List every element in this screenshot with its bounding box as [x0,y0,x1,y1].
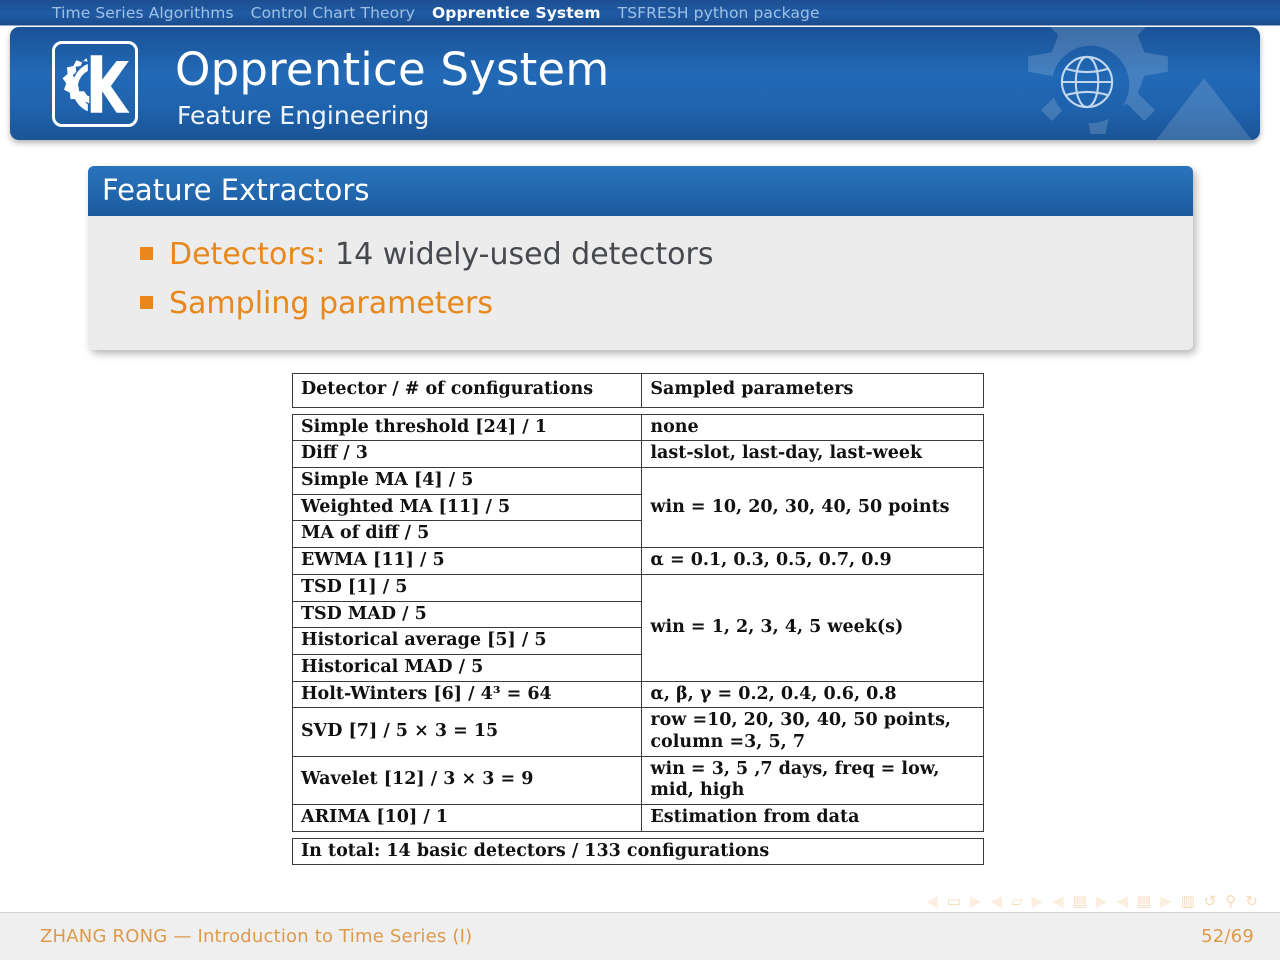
cell-params: Estimation from data [641,804,984,832]
square-bullet-icon [140,247,153,260]
nav-slide-prev-icon[interactable]: ◀ [926,893,938,909]
table-row: Simple MA [4] / 5 win = 10, 20, 30, 40, … [291,467,984,549]
nav-doc-icon[interactable]: ▥ [1181,893,1195,909]
table-total-row: In total: 14 basic detectors / 133 confi… [292,837,984,866]
table-row: Simple threshold [24] / 1 none [291,413,984,442]
nav-slide-icon[interactable]: ▭ [947,893,961,909]
slide-footer: ZHANG RONG — Introduction to Time Series… [0,912,1280,960]
table-row: Diff / 3 last-slot, last-day, last-week [291,440,984,469]
triangle-watermark-icon [1156,78,1252,140]
nav-frame-icon[interactable]: ▱ [1011,893,1023,909]
nav-section-prev-icon[interactable]: ◀ [1116,893,1128,909]
block-title: Feature Extractors [88,166,1193,216]
cell-detector: TSD MAD / 5 [291,600,643,629]
nav-subsection-prev-icon[interactable]: ◀ [1052,893,1064,909]
cell-params-merged: win = 10, 20, 30, 40, 50 points [641,467,984,549]
cell-params: none [641,413,984,442]
section-navigation-bar[interactable]: Time Series Algorithms Control Chart The… [0,0,1280,26]
bullet-accent-text: Detectors: [169,237,326,272]
nav-section-icon[interactable]: ▤ [1137,893,1151,909]
nav-item-control-chart-theory[interactable]: Control Chart Theory [251,4,415,22]
cell-detector: ARIMA [10] / 1 [291,804,643,832]
cell-detector: Historical MAD / 5 [291,653,643,682]
table-row: EWMA [11] / 5 α = 0.1, 0.3, 0.5, 0.7, 0.… [291,547,984,575]
block-body: Detectors: 14 widely-used detectors Samp… [88,216,1193,350]
cell-detector: Holt-Winters [6] / 4³ = 64 [291,680,643,709]
square-bullet-icon [140,296,153,309]
cell-params: α, β, γ = 0.2, 0.4, 0.6, 0.8 [641,680,984,709]
cell-params: α = 0.1, 0.3, 0.5, 0.7, 0.9 [641,547,984,575]
bullet-plain-text: 14 widely-used detectors [325,237,714,272]
cell-detector: EWMA [11] / 5 [291,547,643,575]
cell-params: last-slot, last-day, last-week [641,440,984,469]
detector-configuration-table: Detector / # of configurations Sampled p… [291,373,984,866]
column-header-sampled-parameters: Sampled parameters [641,373,984,408]
cell-detector: Wavelet [12] / 3 × 3 = 9 [291,755,643,806]
nav-subsection-icon[interactable]: ▤ [1073,893,1087,909]
table-row: SVD [7] / 5 × 3 = 15 row =10, 20, 30, 40… [291,707,984,757]
beamer-navigation-symbols[interactable]: ◀ ▭ ▶ ◀ ▱ ▶ ◀ ▤ ▶ ◀ ▤ ▶ ▥ ↺ ⚲ ↻ [926,890,1258,912]
kde-k-gear-logo-icon [52,41,138,127]
nav-section-next-icon[interactable]: ▶ [1160,893,1172,909]
cell-detector: Diff / 3 [291,440,643,469]
table-total-separator [292,831,984,839]
nav-item-opprentice-system[interactable]: Opprentice System [432,4,601,22]
nav-item-time-series-algorithms[interactable]: Time Series Algorithms [52,4,234,22]
list-item: Sampling parameters [88,279,1193,328]
nav-subsection-next-icon[interactable]: ▶ [1096,893,1108,909]
slide-header: Opprentice System Feature Engineering [10,27,1260,140]
feature-extractors-block: Feature Extractors Detectors: 14 widely-… [88,166,1193,350]
page-subtitle: Feature Engineering [177,101,430,130]
table-row: Holt-Winters [6] / 4³ = 64 α, β, γ = 0.2… [291,680,984,709]
kde-logo-glyph-icon [62,55,130,113]
nav-frame-prev-icon[interactable]: ◀ [990,893,1002,909]
table-header-row: Detector / # of configurations Sampled p… [291,373,984,408]
table: Detector / # of configurations Sampled p… [291,373,984,866]
globe-icon [1060,55,1114,109]
list-item: Detectors: 14 widely-used detectors [88,230,1193,279]
column-header-detector: Detector / # of configurations [291,373,643,408]
slide-header-panel: Opprentice System Feature Engineering [10,27,1260,140]
cell-params: win = 3, 5 ,7 days, freq = low, mid, hig… [641,755,984,806]
nav-back-icon[interactable]: ↺ [1204,893,1217,909]
cell-detector: Simple MA [4] / 5 [291,467,643,495]
cell-detector: Simple threshold [24] / 1 [291,413,643,442]
page-title: Opprentice System [175,43,610,96]
table-row: TSD [1] / 5 win = 1, 2, 3, 4, 5 week(s) [291,573,984,682]
table-row: ARIMA [10] / 1 Estimation from data [291,804,984,832]
bullet-accent-text: Sampling parameters [169,286,493,321]
cell-detector: Historical average [5] / 5 [291,627,643,655]
nav-frame-next-icon[interactable]: ▶ [1032,893,1044,909]
cell-detector: TSD [1] / 5 [291,573,643,602]
nav-search-icon[interactable]: ⚲ [1225,893,1236,909]
table-row: Wavelet [12] / 3 × 3 = 9 win = 3, 5 ,7 d… [291,755,984,806]
cell-total-summary: In total: 14 basic detectors / 133 confi… [292,837,984,866]
cell-params-merged: win = 1, 2, 3, 4, 5 week(s) [641,573,984,682]
footer-author-title: ZHANG RONG — Introduction to Time Series… [40,926,473,947]
nav-slide-next-icon[interactable]: ▶ [970,893,982,909]
cell-detector: SVD [7] / 5 × 3 = 15 [291,707,643,757]
table-header-separator [292,407,984,415]
cell-detector: Weighted MA [11] / 5 [291,493,643,522]
nav-forward-icon[interactable]: ↻ [1245,893,1258,909]
footer-page-number: 52/69 [1201,926,1254,947]
nav-item-tsfresh-python-package[interactable]: TSFRESH python package [618,4,820,22]
cell-params: row =10, 20, 30, 40, 50 points, column =… [641,707,984,757]
cell-detector: MA of diff / 5 [291,520,643,549]
